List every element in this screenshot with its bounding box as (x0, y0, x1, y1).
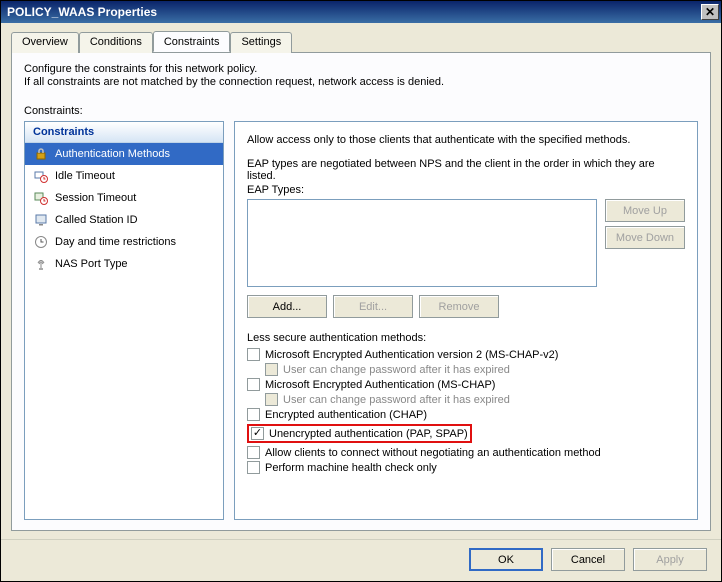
called-station-icon (33, 212, 49, 228)
checkbox-label: Microsoft Encrypted Authentication (MS-C… (265, 379, 495, 391)
sidebar-item-label: Called Station ID (55, 214, 138, 226)
checkbox-icon (247, 446, 260, 459)
eap-action-buttons: Add... Edit... Remove (247, 295, 685, 318)
less-secure-label: Less secure authentication methods: (247, 332, 685, 344)
remove-button[interactable]: Remove (419, 295, 499, 318)
less-secure-section: Less secure authentication methods: Micr… (247, 332, 685, 476)
nas-port-icon (33, 256, 49, 272)
sidebar-item-idle-timeout[interactable]: Idle Timeout (25, 165, 223, 187)
checkbox-label: Unencrypted authentication (PAP, SPAP) (269, 428, 468, 440)
sidebar-item-day-time-restrictions[interactable]: Day and time restrictions (25, 231, 223, 253)
checkbox-icon (247, 461, 260, 474)
checkbox-icon (265, 363, 278, 376)
eap-row: Move Up Move Down (247, 199, 685, 287)
checkbox-machine-health[interactable]: Perform machine health check only (247, 461, 685, 474)
highlight-pap: ✓ Unencrypted authentication (PAP, SPAP) (247, 424, 472, 443)
properties-window: POLICY_WAAS Properties ✕ Overview Condit… (0, 0, 722, 582)
idle-timeout-icon (33, 168, 49, 184)
constraints-header: Constraints (25, 122, 223, 143)
apply-button[interactable]: Apply (633, 548, 707, 571)
sidebar-item-label: Authentication Methods (55, 148, 170, 160)
checkbox-icon[interactable]: ✓ (251, 427, 264, 440)
tab-conditions[interactable]: Conditions (79, 32, 153, 53)
add-button[interactable]: Add... (247, 295, 327, 318)
tab-overview[interactable]: Overview (11, 32, 79, 53)
session-timeout-icon (33, 190, 49, 206)
sidebar-item-called-station-id[interactable]: Called Station ID (25, 209, 223, 231)
checkbox-chap[interactable]: Encrypted authentication (CHAP) (247, 408, 685, 421)
description-line-1: Configure the constraints for this netwo… (24, 63, 698, 75)
clock-icon (33, 234, 49, 250)
checkbox-label: User can change password after it has ex… (283, 364, 510, 376)
sidebar-item-label: Idle Timeout (55, 170, 115, 182)
checkbox-mschap2-expired: User can change password after it has ex… (265, 363, 685, 376)
sidebar-item-nas-port-type[interactable]: NAS Port Type (25, 253, 223, 275)
close-icon: ✕ (705, 5, 715, 19)
tab-settings[interactable]: Settings (230, 32, 292, 53)
tab-constraints[interactable]: Constraints (153, 31, 231, 52)
window-title: POLICY_WAAS Properties (7, 5, 157, 19)
checkbox-icon (247, 378, 260, 391)
checkbox-label: Microsoft Encrypted Authentication versi… (265, 349, 558, 361)
close-button[interactable]: ✕ (701, 4, 719, 20)
eap-types-label: EAP Types: (247, 184, 685, 196)
checkbox-label: Encrypted authentication (CHAP) (265, 409, 427, 421)
panel-container: Constraints Authentication Methods Idle … (24, 121, 698, 520)
checkbox-icon (265, 393, 278, 406)
eap-move-buttons: Move Up Move Down (605, 199, 685, 287)
lock-icon (33, 146, 49, 162)
eap-types-listbox[interactable] (247, 199, 597, 287)
checkbox-icon (247, 408, 260, 421)
checkbox-no-negotiation[interactable]: Allow clients to connect without negotia… (247, 446, 685, 459)
tab-content: Configure the constraints for this netwo… (11, 52, 711, 531)
sidebar-item-authentication-methods[interactable]: Authentication Methods (25, 143, 223, 165)
checkbox-mschap[interactable]: Microsoft Encrypted Authentication (MS-C… (247, 378, 685, 391)
cancel-button[interactable]: Cancel (551, 548, 625, 571)
description-line-2: If all constraints are not matched by th… (24, 76, 698, 88)
checkbox-mschap2[interactable]: Microsoft Encrypted Authentication versi… (247, 348, 685, 361)
sidebar-item-label: NAS Port Type (55, 258, 128, 270)
constraints-list-panel: Constraints Authentication Methods Idle … (24, 121, 224, 520)
details-panel: Allow access only to those clients that … (234, 121, 698, 520)
checkbox-label: Allow clients to connect without negotia… (265, 447, 601, 459)
edit-button[interactable]: Edit... (333, 295, 413, 318)
checkbox-mschap-expired: User can change password after it has ex… (265, 393, 685, 406)
ok-button[interactable]: OK (469, 548, 543, 571)
dialog-buttons: OK Cancel Apply (1, 539, 721, 581)
sidebar-item-session-timeout[interactable]: Session Timeout (25, 187, 223, 209)
checkbox-label: User can change password after it has ex… (283, 394, 510, 406)
intro-text: Allow access only to those clients that … (247, 134, 685, 146)
tab-bar: Overview Conditions Constraints Settings (1, 23, 721, 52)
constraints-label: Constraints: (24, 105, 698, 117)
checkbox-label: Perform machine health check only (265, 462, 437, 474)
move-up-button[interactable]: Move Up (605, 199, 685, 222)
eap-desc-text: EAP types are negotiated between NPS and… (247, 158, 685, 182)
titlebar: POLICY_WAAS Properties ✕ (1, 1, 721, 23)
move-down-button[interactable]: Move Down (605, 226, 685, 249)
sidebar-item-label: Session Timeout (55, 192, 136, 204)
sidebar-item-label: Day and time restrictions (55, 236, 176, 248)
checkbox-icon (247, 348, 260, 361)
